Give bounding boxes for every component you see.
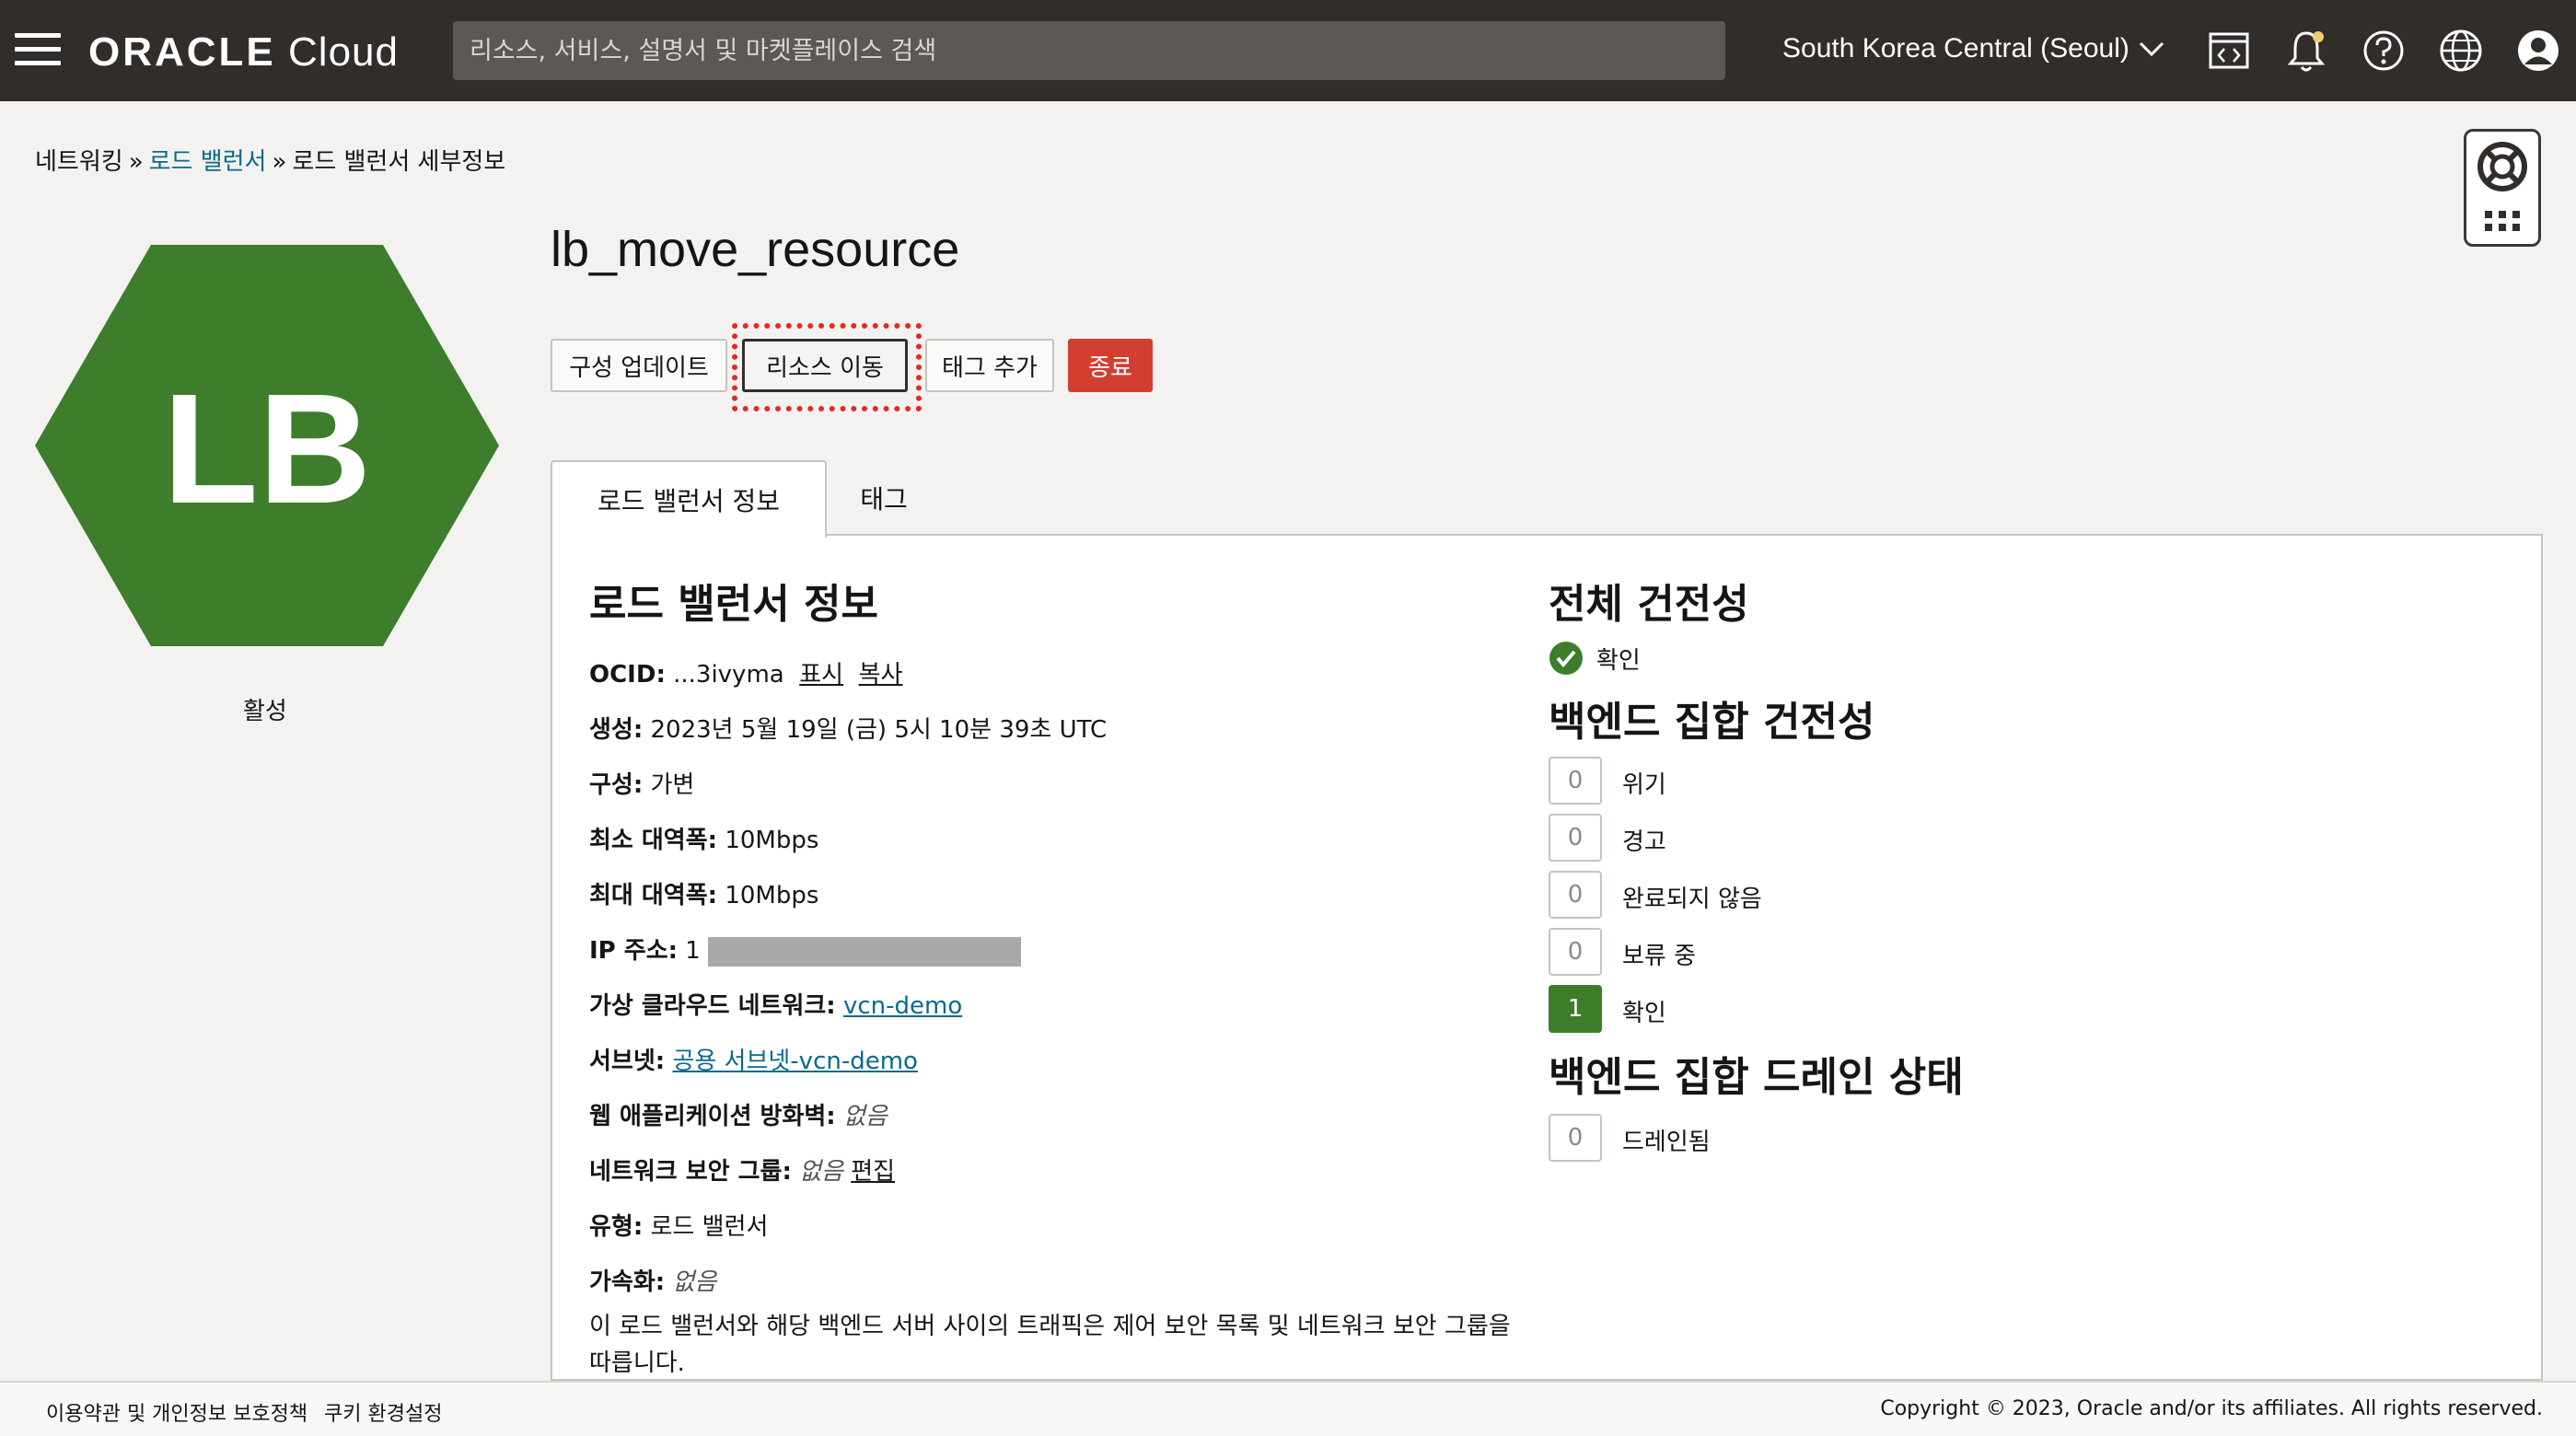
type-row: 유형: 로드 밸런서 (589, 1213, 769, 1241)
breadcrumb-load-balancers-link[interactable]: 로드 밸런서 (149, 148, 267, 176)
top-navigation-bar: ORACLE Cloud South Korea Central (Seoul) (0, 0, 2576, 101)
max-bandwidth-row: 최대 대역폭: 10Mbps (589, 882, 819, 909)
tab-tags[interactable]: 태그 (829, 460, 939, 536)
ip-redacted-mask (707, 936, 1021, 967)
nsg-edit-link[interactable]: 편집 (851, 1158, 895, 1186)
region-label: South Korea Central (Seoul) (1782, 33, 2129, 64)
critical-count[interactable]: 0 (1549, 757, 1602, 805)
security-note-line1: 이 로드 밸런서와 해당 백엔드 서버 사이의 트래픽은 제어 보안 목록 및 … (589, 1313, 1511, 1340)
footer: 이용약관 및 개인정보 보호정책 쿠키 환경설정 Copyright © 202… (0, 1381, 2576, 1436)
incomplete-count[interactable]: 0 (1549, 871, 1602, 919)
code-editor-icon[interactable] (2204, 26, 2254, 75)
security-note-line2: 따릅니다. (589, 1349, 685, 1377)
ocid-copy-link[interactable]: 복사 (859, 661, 903, 689)
info-section-title: 로드 밸런서 정보 (589, 581, 878, 628)
ip-address-row: IP 주소: 1 (589, 932, 1021, 967)
details-panel: 로드 밸런서 정보 OCID: ...3ivyma 표시 복사 생성: 2023… (551, 534, 2543, 1381)
update-config-button[interactable]: 구성 업데이트 (551, 339, 727, 392)
warning-label: 경고 (1622, 828, 1666, 856)
pending-label: 보류 중 (1622, 943, 1697, 970)
terminate-button[interactable]: 종료 (1068, 339, 1153, 392)
page-title: lb_move_resource (551, 222, 960, 277)
backend-health-title: 백엔드 집합 건전성 (1549, 699, 1875, 746)
min-bandwidth-row: 최소 대역폭: 10Mbps (589, 827, 819, 854)
load-balancer-hexagon-icon: LB (35, 245, 499, 646)
waf-row: 웹 애플리케이션 방화벽: 없음 (589, 1103, 888, 1130)
add-tags-button[interactable]: 태그 추가 (925, 339, 1054, 392)
cookie-preferences-link[interactable]: 쿠키 환경설정 (324, 1397, 442, 1427)
breadcrumb-networking: 네트워킹 (35, 148, 123, 176)
drain-status-title: 백엔드 집합 드레인 상태 (1549, 1054, 1964, 1101)
search-input[interactable] (453, 21, 1725, 80)
grid-dots-icon (2485, 211, 2520, 231)
notifications-bell-icon[interactable] (2281, 26, 2331, 75)
pending-count[interactable]: 0 (1549, 928, 1602, 976)
nsg-row: 네트워크 보안 그룹: 없음 편집 (589, 1158, 896, 1186)
region-selector[interactable]: South Korea Central (Seoul) (1782, 33, 2164, 64)
subnet-row: 서브넷: 공용 서브넷-vcn-demo (589, 1048, 918, 1075)
breadcrumb-current: 로드 밸런서 세부정보 (292, 148, 506, 176)
acceleration-row: 가속화: 없음 (589, 1268, 717, 1296)
check-circle-icon (1549, 642, 1583, 675)
warning-count[interactable]: 0 (1549, 814, 1602, 862)
shape-row: 구성: 가변 (589, 771, 695, 799)
lifebuoy-icon (2477, 142, 2527, 191)
overall-health-title: 전체 건전성 (1549, 581, 1749, 628)
chevron-down-icon (2139, 41, 2164, 57)
created-row: 생성: 2023년 5월 19일 (금) 5시 10분 39초 UTC (589, 716, 1108, 744)
menu-icon[interactable] (15, 33, 61, 66)
overall-health-status: 확인 (1549, 641, 1641, 676)
language-globe-icon[interactable] (2436, 26, 2486, 75)
critical-label: 위기 (1622, 771, 1666, 799)
ok-count[interactable]: 1 (1549, 985, 1602, 1033)
drained-count[interactable]: 0 (1549, 1114, 1602, 1162)
copyright-text: Copyright © 2023, Oracle and/or its affi… (1880, 1397, 2543, 1420)
user-profile-icon[interactable] (2513, 26, 2563, 75)
tab-load-balancer-info[interactable]: 로드 밸런서 정보 (551, 460, 827, 538)
vcn-row: 가상 클라우드 네트워크: vcn-demo (589, 992, 963, 1020)
ok-label: 확인 (1622, 1000, 1666, 1027)
drained-label: 드레인됨 (1622, 1129, 1711, 1156)
incomplete-label: 완료되지 않음 (1622, 886, 1762, 913)
oracle-cloud-logo[interactable]: ORACLE Cloud (88, 29, 399, 75)
help-widget-button[interactable] (2464, 129, 2541, 247)
highlight-annotation (732, 323, 922, 411)
vcn-link[interactable]: vcn-demo (843, 992, 962, 1020)
ocid-row: OCID: ...3ivyma 표시 복사 (589, 661, 903, 689)
ocid-show-link[interactable]: 표시 (799, 661, 843, 689)
help-icon[interactable] (2359, 26, 2408, 75)
breadcrumb: 네트워킹» 로드 밸런서» 로드 밸런서 세부정보 (35, 148, 506, 176)
terms-privacy-link[interactable]: 이용약관 및 개인정보 보호정책 (46, 1397, 307, 1427)
hexagon-label: LB (163, 362, 372, 537)
subnet-link[interactable]: 공용 서브넷-vcn-demo (672, 1048, 918, 1075)
resource-status: 활성 (243, 698, 287, 725)
